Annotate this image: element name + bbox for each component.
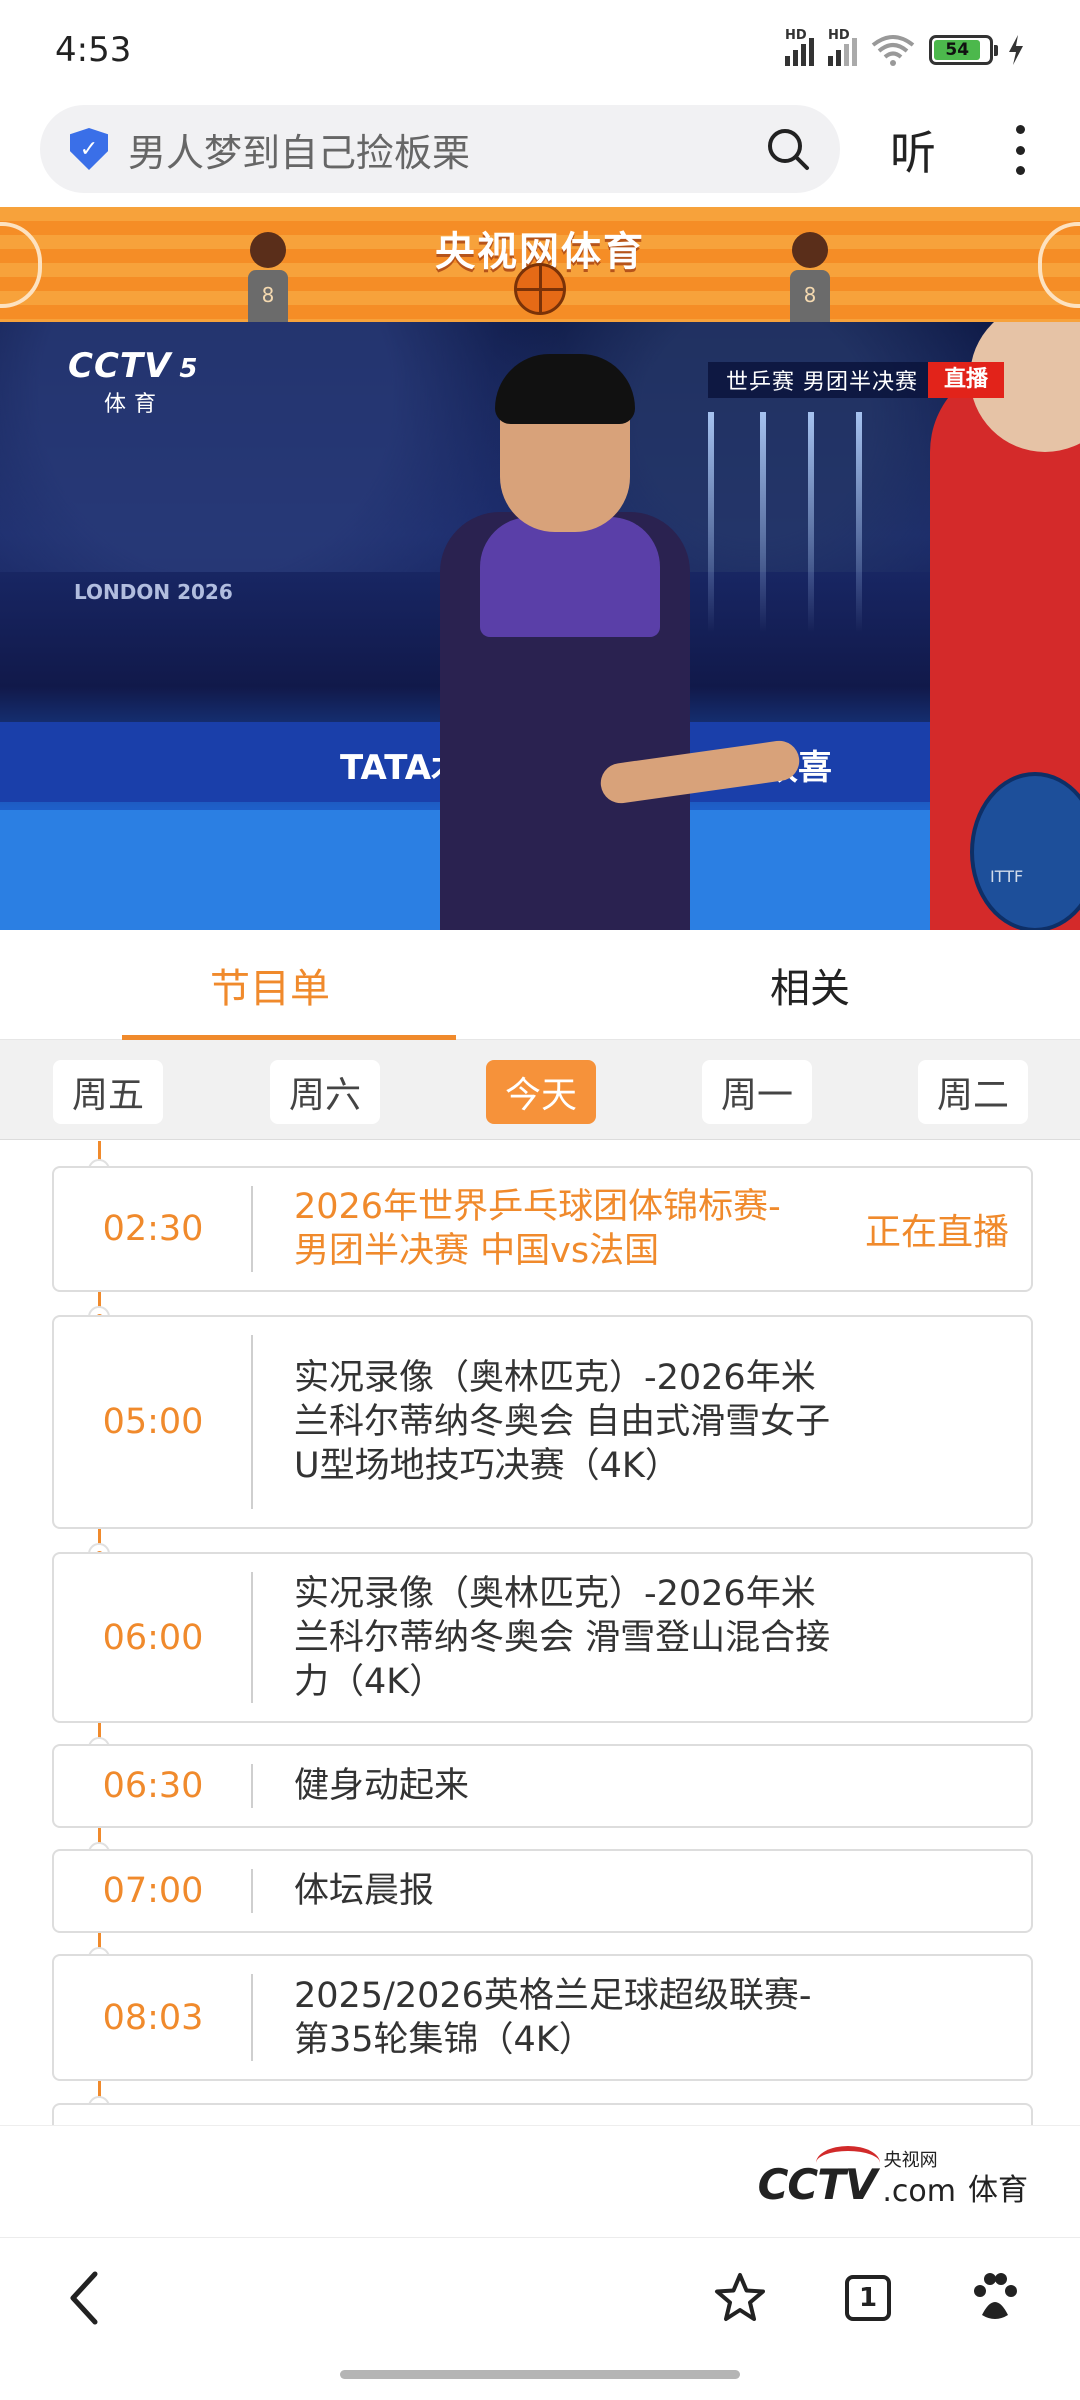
star-icon[interactable] — [710, 2268, 770, 2328]
video-player[interactable]: LONDON 2026 TATA木门 红双喜 CCTV5 体育 世乒赛 男团半决… — [0, 322, 1080, 930]
schedule-title: 实况录像（奥林匹克）-2026年米兰科尔蒂纳冬奥会 滑雪登山混合接力（4K） — [294, 1573, 831, 1702]
channel-number: 5 — [179, 354, 199, 384]
status-bar: 4:53 HD HD 54 — [0, 0, 1080, 100]
schedule-item[interactable]: 06:30 健身动起来 — [52, 1744, 1033, 1828]
wifi-icon — [871, 35, 915, 66]
site-banner[interactable]: 8 8 央视网体育 — [0, 207, 1080, 322]
live-status: 正在直播 — [864, 1212, 1009, 1253]
listen-button[interactable]: 听 — [890, 117, 936, 183]
player-figure — [440, 354, 690, 930]
schedule-title: 2025/2026英格兰足球超级联赛-第35轮集锦（4K） — [294, 1975, 812, 2060]
schedule-time: 07:00 — [102, 1871, 204, 1911]
program-schedule-list[interactable]: 02:30 2026年世界乒乓球团体锦标赛-男团半决赛 中国vs法国 正在直播 … — [0, 1141, 1080, 2125]
event-tag-text: 世乒赛 男团半决赛 — [726, 370, 918, 395]
signal-hd-label-2: HD — [828, 28, 850, 43]
bottom-nav: 1 — [0, 2237, 1080, 2357]
tab-related[interactable]: 相关 — [540, 930, 1080, 1039]
back-icon[interactable] — [55, 2268, 115, 2328]
logo-sport: 体育 — [968, 2173, 1028, 2208]
logo-small: 央视网 — [883, 2150, 938, 2171]
signal-icon-2: HD — [828, 28, 857, 66]
tabs-icon[interactable]: 1 — [838, 2268, 898, 2328]
live-event-tag: 世乒赛 男团半决赛 直播 — [708, 362, 1005, 398]
channel-logo: CCTV 5 体育 — [68, 346, 199, 418]
day-tuesday[interactable]: 周二 — [918, 1060, 1028, 1124]
search-icon[interactable] — [766, 127, 810, 171]
address-search-box[interactable]: ✓ 男人梦到自己捡板栗 — [40, 105, 840, 193]
schedule-time: 02:30 — [102, 1209, 204, 1249]
browser-bar: ✓ 男人梦到自己捡板栗 听 — [0, 105, 1080, 201]
mascot-left-jersey: 8 — [248, 270, 288, 322]
schedule-title: 2026年世界乒乓球团体锦标赛-男团半决赛 中国vs法国 — [294, 1187, 781, 1271]
cctv-sports-logo: CCTV .com 央视网 体育 — [758, 2146, 1028, 2209]
battery-level: 54 — [934, 40, 981, 60]
shield-icon: ✓ — [70, 128, 108, 170]
basketball-icon — [514, 263, 566, 315]
status-time: 4:53 — [55, 30, 132, 70]
schedule-time: 08:03 — [102, 1997, 204, 2038]
charging-icon — [1009, 35, 1023, 65]
more-icon[interactable] — [1010, 125, 1030, 175]
channel-name: 体育 — [104, 392, 165, 417]
day-today[interactable]: 今天 — [486, 1060, 596, 1124]
day-monday[interactable]: 周一 — [702, 1060, 812, 1124]
schedule-time: 05:00 — [102, 1402, 204, 1442]
signal-icon: HD — [785, 28, 814, 66]
schedule-item[interactable]: 08:03 2025/2026英格兰足球超级联赛-第35轮集锦（4K） — [52, 1954, 1033, 2081]
schedule-title: 健身动起来 — [294, 1766, 470, 1806]
ittf-watermark: ITTF — [990, 867, 1024, 886]
schedule-item-partial[interactable] — [52, 2103, 1033, 2125]
venue-logo: LONDON 2026 — [74, 580, 233, 604]
content-tabs: 节目单 相关 — [0, 930, 1080, 1040]
schedule-time: 06:30 — [102, 1766, 204, 1806]
mascot-right-jersey: 8 — [790, 270, 830, 322]
battery-icon: 54 — [929, 35, 998, 65]
live-badge: 直播 — [928, 362, 1005, 398]
schedule-item[interactable]: 07:00 体坛晨报 — [52, 1849, 1033, 1933]
schedule-item[interactable]: 06:00 实况录像（奥林匹克）-2026年米兰科尔蒂纳冬奥会 滑雪登山混合接力… — [52, 1552, 1033, 1723]
baidu-icon[interactable] — [965, 2268, 1025, 2328]
signal-hd-label: HD — [785, 28, 807, 43]
schedule-title: 实况录像（奥林匹克）-2026年米兰科尔蒂纳冬奥会 自由式滑雪女子U型场地技巧决… — [294, 1358, 831, 1486]
day-saturday[interactable]: 周六 — [270, 1060, 380, 1124]
home-indicator[interactable] — [340, 2370, 740, 2379]
schedule-time: 06:00 — [102, 1617, 204, 1658]
search-query-text: 男人梦到自己捡板栗 — [128, 130, 471, 175]
day-selector: 周五 周六 今天 周一 周二 — [0, 1040, 1080, 1140]
status-icons: HD HD 54 — [785, 28, 1025, 67]
channel-logo-text: CCTV — [68, 346, 172, 386]
tab-program-list[interactable]: 节目单 — [0, 930, 540, 1040]
day-friday[interactable]: 周五 — [53, 1060, 163, 1124]
schedule-title: 体坛晨报 — [294, 1871, 435, 1911]
schedule-item[interactable]: 05:00 实况录像（奥林匹克）-2026年米兰科尔蒂纳冬奥会 自由式滑雪女子U… — [52, 1315, 1033, 1529]
tab-count: 1 — [845, 2275, 891, 2321]
schedule-item-live[interactable]: 02:30 2026年世界乒乓球团体锦标赛-男团半决赛 中国vs法国 正在直播 — [52, 1166, 1033, 1292]
footer-brand: CCTV .com 央视网 体育 — [0, 2125, 1080, 2235]
logo-com: .com — [882, 2174, 956, 2209]
